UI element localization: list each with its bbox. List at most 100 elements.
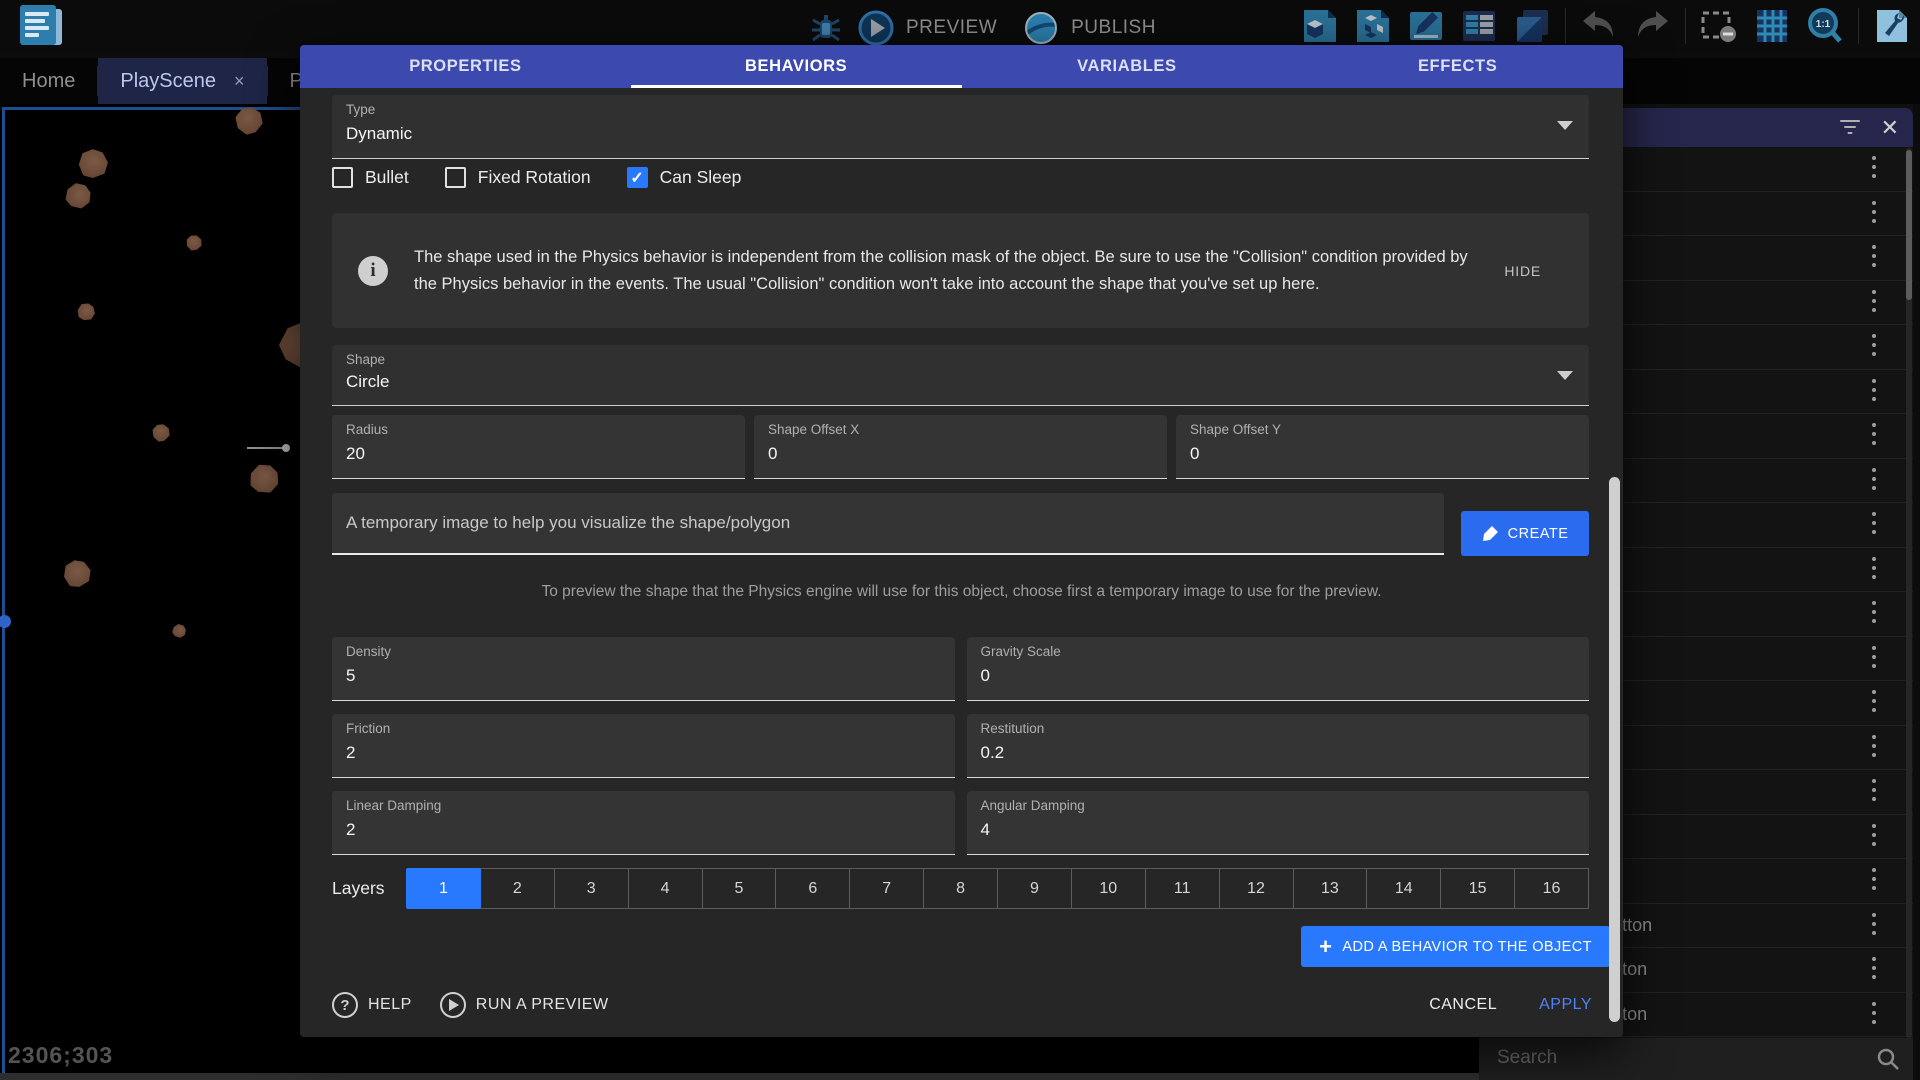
field-linear-damping[interactable]: Linear Damping2 [332, 791, 955, 855]
undo-icon[interactable] [1579, 6, 1619, 46]
field-radius[interactable]: Radius20 [332, 415, 745, 479]
asteroid-object[interactable] [171, 623, 187, 639]
publish-globe-icon[interactable] [1021, 8, 1061, 48]
dialog-tab-behaviors[interactable]: BEHAVIORS [631, 45, 962, 88]
asteroid-object[interactable] [58, 555, 96, 593]
publish-button[interactable]: PUBLISH [1071, 17, 1156, 39]
field-shape-offset-y[interactable]: Shape Offset Y0 [1176, 415, 1589, 479]
kebab-menu-icon[interactable] [1865, 290, 1883, 316]
help-button[interactable]: ? HELP [332, 992, 412, 1018]
debug-icon[interactable] [806, 8, 846, 48]
kebab-menu-icon[interactable] [1865, 512, 1883, 538]
edit-scene-icon[interactable] [1406, 6, 1446, 46]
kebab-menu-icon[interactable] [1865, 156, 1883, 182]
layer-button-6[interactable]: 6 [775, 868, 850, 909]
close-panel-icon[interactable]: ✕ [1881, 115, 1899, 141]
tab-home[interactable]: Home [0, 58, 97, 104]
project-manager-icon[interactable] [18, 5, 64, 49]
grid-icon[interactable] [1752, 6, 1792, 46]
kebab-menu-icon[interactable] [1865, 1002, 1883, 1028]
asteroid-object[interactable] [72, 143, 114, 185]
kebab-menu-icon[interactable] [1865, 646, 1883, 672]
kebab-menu-icon[interactable] [1865, 779, 1883, 805]
kebab-menu-icon[interactable] [1865, 245, 1883, 271]
field-restitution[interactable]: Restitution0.2 [967, 714, 1590, 778]
type-select[interactable]: Type Dynamic [332, 95, 1589, 159]
layer-button-14[interactable]: 14 [1366, 868, 1441, 909]
asteroid-object[interactable] [244, 459, 284, 499]
layers-icon[interactable] [1512, 6, 1552, 46]
apply-button[interactable]: APPLY [1539, 996, 1592, 1014]
play-preview-icon[interactable] [856, 8, 896, 48]
layer-button-2[interactable]: 2 [480, 868, 555, 909]
shape-select[interactable]: Shape Circle [332, 345, 1589, 406]
layer-button-15[interactable]: 15 [1440, 868, 1515, 909]
hide-button[interactable]: HIDE [1500, 255, 1545, 287]
checkbox-unchecked-icon[interactable] [332, 167, 353, 188]
redo-icon[interactable] [1632, 6, 1672, 46]
layer-button-10[interactable]: 10 [1071, 868, 1146, 909]
layer-button-13[interactable]: 13 [1293, 868, 1368, 909]
checkbox-fixed-rotation[interactable]: Fixed Rotation [445, 167, 591, 188]
search-input[interactable]: Search [1497, 1047, 1557, 1069]
kebab-menu-icon[interactable] [1865, 379, 1883, 405]
deselect-icon[interactable] [1699, 6, 1739, 46]
dialog-tab-effects[interactable]: EFFECTS [1292, 45, 1623, 88]
dialog-scrollbar-thumb[interactable] [1609, 477, 1620, 1022]
zoom-1-1-icon[interactable]: 1:1 [1805, 6, 1845, 46]
objects-scrollbar-thumb[interactable] [1906, 150, 1912, 300]
kebab-menu-icon[interactable] [1865, 824, 1883, 850]
run-preview-button[interactable]: RUN A PREVIEW [440, 992, 609, 1018]
layer-button-9[interactable]: 9 [997, 868, 1072, 909]
layer-button-4[interactable]: 4 [628, 868, 703, 909]
checkbox-unchecked-icon[interactable] [445, 167, 466, 188]
kebab-menu-icon[interactable] [1865, 601, 1883, 627]
layer-button-7[interactable]: 7 [849, 868, 924, 909]
kebab-menu-icon[interactable] [1865, 468, 1883, 494]
temp-image-field[interactable]: A temporary image to help you visualize … [332, 493, 1444, 555]
instances-icon[interactable] [1353, 6, 1393, 46]
field-density[interactable]: Density5 [332, 637, 955, 701]
objects-search-bar[interactable]: Search [1479, 1038, 1913, 1080]
checkbox-can-sleep[interactable]: ✓Can Sleep [627, 167, 742, 188]
field-angular-damping[interactable]: Angular Damping4 [967, 791, 1590, 855]
asteroid-object[interactable] [62, 180, 94, 212]
objects-icon[interactable] [1300, 6, 1340, 46]
layer-button-16[interactable]: 16 [1514, 868, 1589, 909]
selection-handle[interactable] [0, 615, 11, 628]
asteroid-object[interactable] [184, 233, 205, 254]
close-tab-icon[interactable]: × [234, 71, 245, 92]
checkbox-bullet[interactable]: Bullet [332, 167, 409, 188]
kebab-menu-icon[interactable] [1865, 690, 1883, 716]
kebab-menu-icon[interactable] [1865, 423, 1883, 449]
kebab-menu-icon[interactable] [1865, 957, 1883, 983]
layer-button-8[interactable]: 8 [923, 868, 998, 909]
kebab-menu-icon[interactable] [1865, 557, 1883, 583]
preview-button[interactable]: PREVIEW [906, 17, 997, 39]
checkbox-checked-icon[interactable]: ✓ [627, 167, 648, 188]
layer-button-3[interactable]: 3 [554, 868, 629, 909]
objects-scrollbar[interactable] [1906, 148, 1912, 1038]
kebab-menu-icon[interactable] [1865, 868, 1883, 894]
dialog-tab-variables[interactable]: VARIABLES [962, 45, 1293, 88]
layer-button-11[interactable]: 11 [1145, 868, 1220, 909]
field-shape-offset-x[interactable]: Shape Offset X0 [754, 415, 1167, 479]
dialog-tab-properties[interactable]: PROPERTIES [300, 45, 631, 88]
kebab-menu-icon[interactable] [1865, 334, 1883, 360]
events-list-icon[interactable] [1459, 6, 1499, 46]
tools-icon[interactable] [1872, 6, 1912, 46]
cancel-button[interactable]: CANCEL [1429, 996, 1497, 1014]
field-friction[interactable]: Friction2 [332, 714, 955, 778]
asteroid-object[interactable] [150, 422, 172, 444]
add-behavior-button[interactable]: + ADD A BEHAVIOR TO THE OBJECT [1301, 926, 1610, 967]
layer-button-5[interactable]: 5 [702, 868, 777, 909]
kebab-menu-icon[interactable] [1865, 201, 1883, 227]
physics-joint-dot[interactable] [282, 444, 290, 452]
kebab-menu-icon[interactable] [1865, 735, 1883, 761]
field-gravity-scale[interactable]: Gravity Scale0 [967, 637, 1590, 701]
asteroid-object[interactable] [73, 299, 98, 324]
filter-icon[interactable] [1840, 118, 1860, 136]
create-button[interactable]: CREATE [1461, 511, 1589, 556]
tab-playscene[interactable]: PlayScene × [98, 58, 266, 104]
layer-button-1[interactable]: 1 [406, 868, 481, 909]
